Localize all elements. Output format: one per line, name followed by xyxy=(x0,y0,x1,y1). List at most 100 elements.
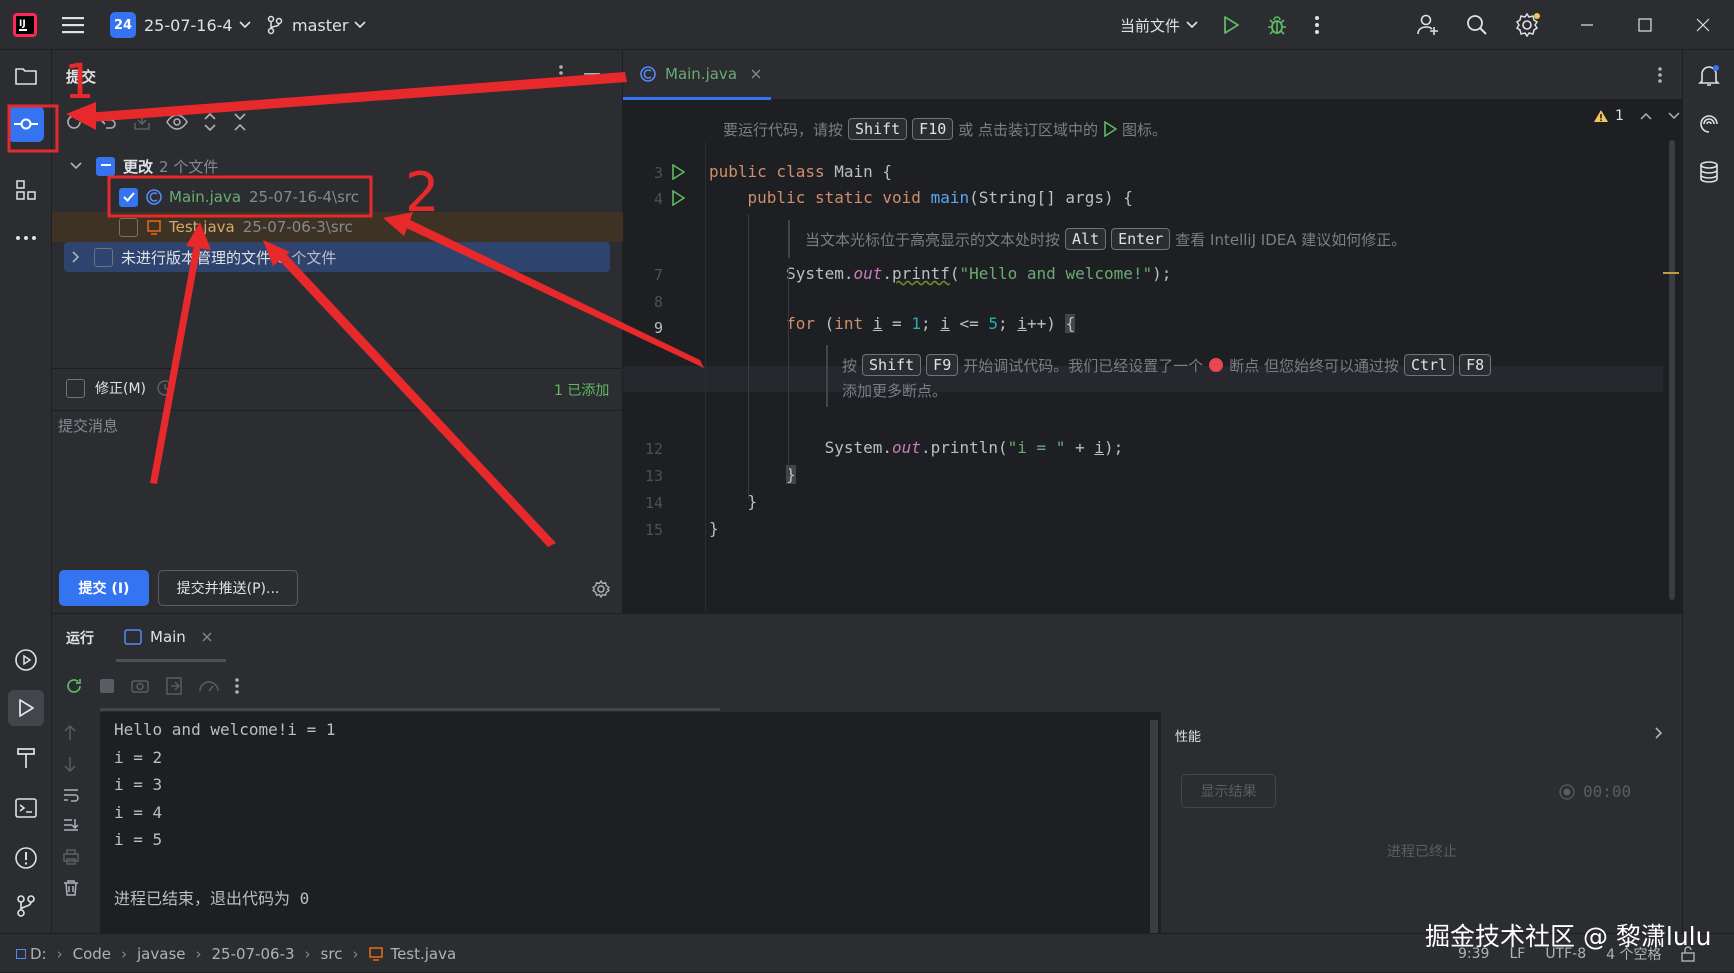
commit-settings-icon[interactable] xyxy=(592,580,610,598)
close-icon[interactable] xyxy=(1696,0,1710,50)
project-folder-icon[interactable] xyxy=(8,58,44,94)
line-number: 4 xyxy=(653,190,663,208)
chevron-right-icon[interactable] xyxy=(1655,727,1663,739)
console-scrollbar[interactable] xyxy=(1150,720,1158,942)
panel-options-icon[interactable] xyxy=(558,64,564,82)
unversioned-files-row[interactable]: 未进行版本管理的文件 8 个文件 xyxy=(64,242,610,272)
main-menu-icon[interactable] xyxy=(62,0,86,50)
code-line[interactable]: public static void main(String[] args) { xyxy=(709,188,1133,207)
stop-icon[interactable] xyxy=(98,677,116,695)
hide-panel-icon[interactable] xyxy=(584,72,600,76)
run-config-selector[interactable]: 当前文件 xyxy=(1120,0,1198,50)
tab-main-java[interactable]: Main.java xyxy=(623,50,771,100)
chevron-right-icon xyxy=(72,251,80,263)
debug-hint-line2: 添加更多断点。 xyxy=(842,380,947,401)
key-alt: Alt xyxy=(1065,228,1107,250)
run-gutter-icon[interactable] xyxy=(671,164,685,180)
more-tools-icon[interactable] xyxy=(8,220,44,256)
commit-tool-icon[interactable] xyxy=(8,106,44,142)
structure-icon[interactable] xyxy=(8,172,44,208)
search-icon[interactable] xyxy=(1466,0,1488,50)
file-checkbox[interactable] xyxy=(119,217,138,237)
tab-main-run[interactable]: Main xyxy=(116,614,226,662)
code-line[interactable]: for (int i = 1; i <= 5; i++) { xyxy=(709,314,1076,333)
commit-and-push-button[interactable]: 提交并推送(P)... xyxy=(158,570,298,606)
terminal-icon[interactable] xyxy=(8,790,44,826)
changes-group-row[interactable]: 更改 2 个文件 xyxy=(52,151,623,181)
editor-options-icon[interactable] xyxy=(1657,66,1663,84)
inspection-widget[interactable]: 1 xyxy=(1593,108,1680,124)
more-actions-icon[interactable] xyxy=(1314,0,1320,50)
soft-wrap-icon[interactable] xyxy=(62,786,80,804)
run-gutter-icon[interactable] xyxy=(671,190,685,206)
changes-group-checkbox[interactable] xyxy=(96,156,115,176)
file-row-test[interactable]: Test.java 25-07-06-3\src xyxy=(52,212,623,242)
rerun-icon[interactable] xyxy=(64,676,84,696)
notifications-bell-icon[interactable] xyxy=(1691,58,1727,94)
scroll-to-end-icon[interactable] xyxy=(62,817,80,835)
annotation-number: 1 xyxy=(64,54,95,110)
coverage-icon[interactable] xyxy=(198,676,220,696)
expand-all-icon[interactable] xyxy=(202,112,218,132)
show-diff-eye-icon[interactable] xyxy=(166,112,188,132)
breadcrumb-item[interactable]: Test.java xyxy=(390,945,456,963)
code-line[interactable]: System.out.printf("Hello and welcome!"); xyxy=(709,264,1171,283)
console-output[interactable]: Hello and welcome!i = 1 i = 2 i = 3 i = … xyxy=(100,712,1160,934)
console-line: i = 5 xyxy=(114,830,163,849)
refresh-icon[interactable] xyxy=(64,112,84,132)
settings-icon[interactable] xyxy=(1515,0,1541,50)
breadcrumb-item[interactable]: D: xyxy=(30,945,47,963)
line-number: 3 xyxy=(653,164,663,182)
ai-assistant-icon[interactable] xyxy=(1691,106,1727,142)
code-line[interactable]: public class Main { xyxy=(709,162,892,181)
breadcrumb-item[interactable]: 25-07-06-3 xyxy=(212,945,295,963)
services-icon[interactable] xyxy=(8,642,44,678)
scroll-down-icon[interactable] xyxy=(62,755,78,773)
commit-message-area[interactable]: 提交消息 xyxy=(58,415,618,565)
amend-row[interactable]: 修正(M) xyxy=(66,378,174,398)
maximize-icon[interactable] xyxy=(1638,0,1652,50)
debug-icon[interactable] xyxy=(1266,0,1288,50)
code-line[interactable]: } xyxy=(709,492,758,511)
collapse-all-icon[interactable] xyxy=(232,112,248,132)
rollback-icon[interactable] xyxy=(98,112,118,132)
build-hammer-icon[interactable] xyxy=(8,740,44,776)
amend-checkbox[interactable] xyxy=(66,378,85,398)
line-number: 12 xyxy=(644,440,663,458)
minimize-icon[interactable] xyxy=(1580,0,1594,50)
run-icon[interactable] xyxy=(1222,0,1240,50)
code-line[interactable]: } xyxy=(709,519,719,538)
code-line[interactable]: } xyxy=(709,465,796,484)
breadcrumb-item[interactable]: Code xyxy=(73,945,111,963)
clear-trash-icon[interactable] xyxy=(62,879,80,897)
exit-icon[interactable] xyxy=(164,676,184,696)
print-icon[interactable] xyxy=(62,848,80,866)
branch-selector[interactable]: master xyxy=(266,0,366,50)
camera-icon[interactable] xyxy=(130,676,150,696)
add-user-icon[interactable] xyxy=(1416,0,1440,50)
project-selector[interactable]: 24 25-07-16-4 xyxy=(110,0,251,50)
more-run-options-icon[interactable] xyxy=(234,677,240,695)
unversioned-checkbox[interactable] xyxy=(94,247,113,267)
editor-scrollbar[interactable] xyxy=(1669,140,1675,600)
close-tab-icon[interactable] xyxy=(751,69,761,79)
git-icon[interactable] xyxy=(8,888,44,924)
breadcrumb-item[interactable]: javase xyxy=(137,945,185,963)
problems-icon[interactable] xyxy=(8,840,44,876)
close-tab-icon[interactable] xyxy=(202,632,212,642)
breadcrumb-item[interactable]: src xyxy=(321,945,343,963)
hint-text: 要运行代码，请按 xyxy=(723,120,844,139)
commit-button[interactable]: 提交 (I) xyxy=(59,570,149,606)
warning-marker[interactable] xyxy=(1663,272,1679,274)
file-checkbox[interactable] xyxy=(119,187,138,207)
code-line[interactable]: System.out.println("i = " + i); xyxy=(709,438,1124,457)
scroll-up-icon[interactable] xyxy=(62,724,78,742)
file-row-main[interactable]: Main.java 25-07-16-4\src xyxy=(52,182,623,212)
app-logo-icon[interactable]: IJ xyxy=(12,0,38,50)
show-results-button[interactable]: 显示结果 xyxy=(1181,774,1276,808)
file-name: Test.java xyxy=(169,218,235,236)
run-tool-icon[interactable] xyxy=(8,690,44,726)
shelve-icon[interactable] xyxy=(132,112,152,132)
database-icon[interactable] xyxy=(1691,154,1727,190)
breadcrumb: D: › Code › javase › 25-07-06-3 › src › … xyxy=(16,934,456,973)
